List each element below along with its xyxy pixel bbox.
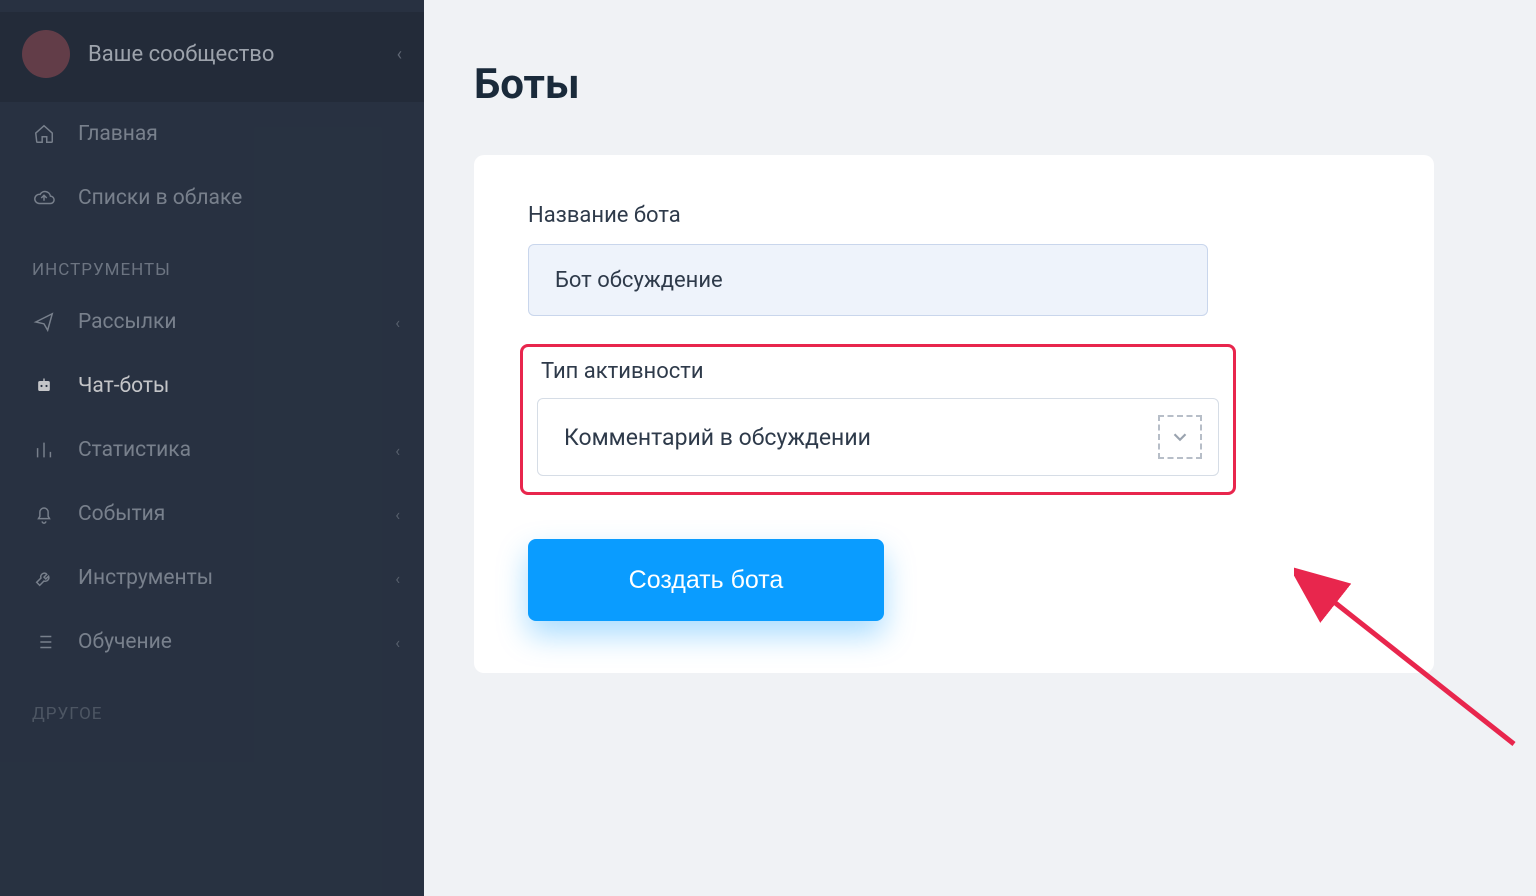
sidebar-item-stats[interactable]: Статистика ‹ (0, 418, 424, 482)
sidebar-item-events[interactable]: События ‹ (0, 482, 424, 546)
sidebar-item-label: События (78, 502, 373, 526)
bot-name-label: Название бота (528, 203, 1380, 228)
sidebar-item-cloud-lists[interactable]: Списки в облаке (0, 166, 424, 230)
create-bot-button[interactable]: Создать бота (528, 539, 884, 621)
bot-name-value: Бот обсуждение (555, 268, 723, 293)
sidebar-item-training[interactable]: Обучение ‹ (0, 610, 424, 674)
bar-chart-icon (32, 438, 56, 462)
community-avatar (22, 30, 70, 78)
sidebar-item-label: Обучение (78, 630, 373, 654)
sidebar-item-label: Главная (78, 122, 400, 146)
activity-type-label: Тип активности (541, 359, 1219, 384)
chevron-left-icon: ‹ (395, 441, 400, 460)
list-icon (32, 630, 56, 654)
chevron-left-icon: ‹ (395, 313, 400, 332)
bell-icon (32, 502, 56, 526)
chevron-down-icon (1158, 415, 1202, 459)
sidebar-item-home[interactable]: Главная (0, 102, 424, 166)
sidebar-item-label: Рассылки (78, 310, 373, 334)
create-bot-button-label: Создать бота (629, 566, 784, 594)
sidebar: Ваше сообщество ‹ Главная Списки в облак… (0, 0, 424, 896)
sidebar-section-tools: ИНСТРУМЕНТЫ (0, 230, 424, 290)
wrench-icon (32, 566, 56, 590)
sidebar-item-label: Инструменты (78, 566, 373, 590)
sidebar-item-tools[interactable]: Инструменты ‹ (0, 546, 424, 610)
chevron-left-icon: ‹ (395, 633, 400, 652)
bot-icon (32, 374, 56, 398)
chevron-left-icon: ‹ (397, 44, 402, 65)
sidebar-item-label: Статистика (78, 438, 373, 462)
main-content: Боты Название бота Бот обсуждение Тип ак… (424, 0, 1536, 896)
sidebar-section-other: ДРУГОЕ (0, 674, 424, 734)
sidebar-item-chatbots[interactable]: Чат-боты (0, 354, 424, 418)
community-title: Ваше сообщество (88, 42, 379, 67)
cloud-upload-icon (32, 186, 56, 210)
chevron-left-icon: ‹ (395, 569, 400, 588)
activity-type-select[interactable]: Комментарий в обсуждении (537, 398, 1219, 476)
create-bot-card: Название бота Бот обсуждение Тип активно… (474, 155, 1434, 673)
send-icon (32, 310, 56, 334)
page-title: Боты (474, 60, 1466, 109)
sidebar-item-label: Чат-боты (78, 374, 400, 398)
sidebar-item-label: Списки в облаке (78, 186, 400, 210)
activity-type-highlight: Тип активности Комментарий в обсуждении (520, 344, 1236, 495)
home-icon (32, 122, 56, 146)
activity-type-value: Комментарий в обсуждении (564, 424, 1146, 451)
sidebar-item-mailings[interactable]: Рассылки ‹ (0, 290, 424, 354)
chevron-left-icon: ‹ (395, 505, 400, 524)
bot-name-input[interactable]: Бот обсуждение (528, 244, 1208, 316)
community-header[interactable]: Ваше сообщество ‹ (0, 12, 424, 102)
